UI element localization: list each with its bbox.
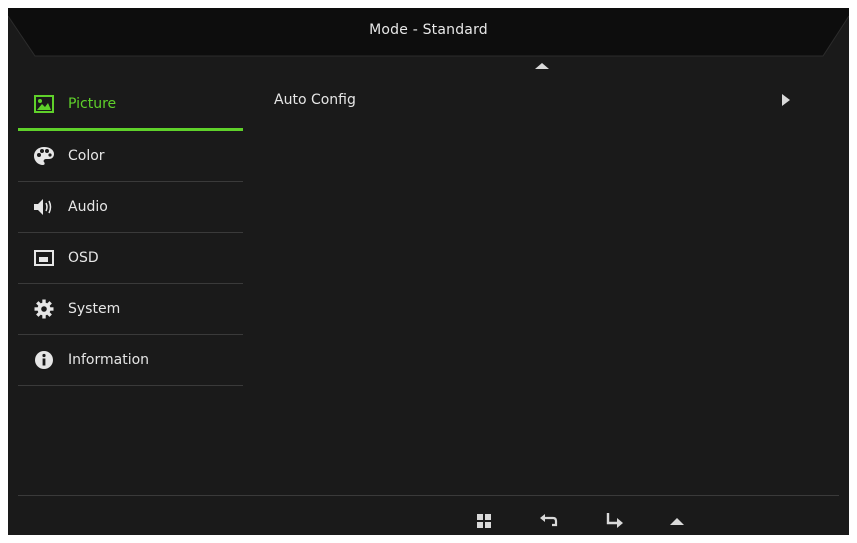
- osd-window-icon: [33, 247, 55, 269]
- mode-title: Mode - Standard: [369, 22, 488, 38]
- sidebar-item-audio[interactable]: Audio: [18, 182, 243, 233]
- info-icon: [33, 349, 55, 371]
- sidebar-item-label: System: [68, 301, 121, 317]
- sidebar-item-label: Color: [68, 148, 105, 164]
- up-arrow-icon[interactable]: [664, 508, 690, 534]
- sidebar: Picture Color Audio OSD System Informati…: [18, 80, 243, 386]
- sidebar-item-information[interactable]: Information: [18, 335, 243, 386]
- scroll-up-icon[interactable]: [535, 63, 549, 69]
- picture-icon: [33, 93, 55, 115]
- auto-config-item[interactable]: Auto Config: [274, 88, 794, 112]
- menu-grid-icon[interactable]: [471, 508, 497, 534]
- back-arrow-icon[interactable]: [536, 508, 562, 534]
- sidebar-item-color[interactable]: Color: [18, 131, 243, 182]
- gear-icon: [33, 298, 55, 320]
- footer-divider: [18, 495, 839, 496]
- header-bar: Mode - Standard: [8, 8, 849, 60]
- palette-icon: [33, 145, 55, 167]
- sidebar-item-label: Picture: [68, 96, 117, 112]
- chevron-right-icon: [782, 94, 790, 106]
- enter-arrow-icon[interactable]: [601, 508, 627, 534]
- sidebar-item-osd[interactable]: OSD: [18, 233, 243, 284]
- sidebar-item-label: Audio: [68, 199, 108, 215]
- osd-menu: Mode - Standard Picture Color Audio OSD …: [8, 8, 849, 535]
- footer-controls: [8, 508, 849, 534]
- speaker-icon: [33, 196, 55, 218]
- sidebar-item-label: Information: [68, 352, 150, 368]
- sidebar-item-label: OSD: [68, 250, 99, 266]
- sidebar-item-system[interactable]: System: [18, 284, 243, 335]
- auto-config-label: Auto Config: [274, 92, 356, 108]
- sidebar-item-picture[interactable]: Picture: [18, 80, 243, 131]
